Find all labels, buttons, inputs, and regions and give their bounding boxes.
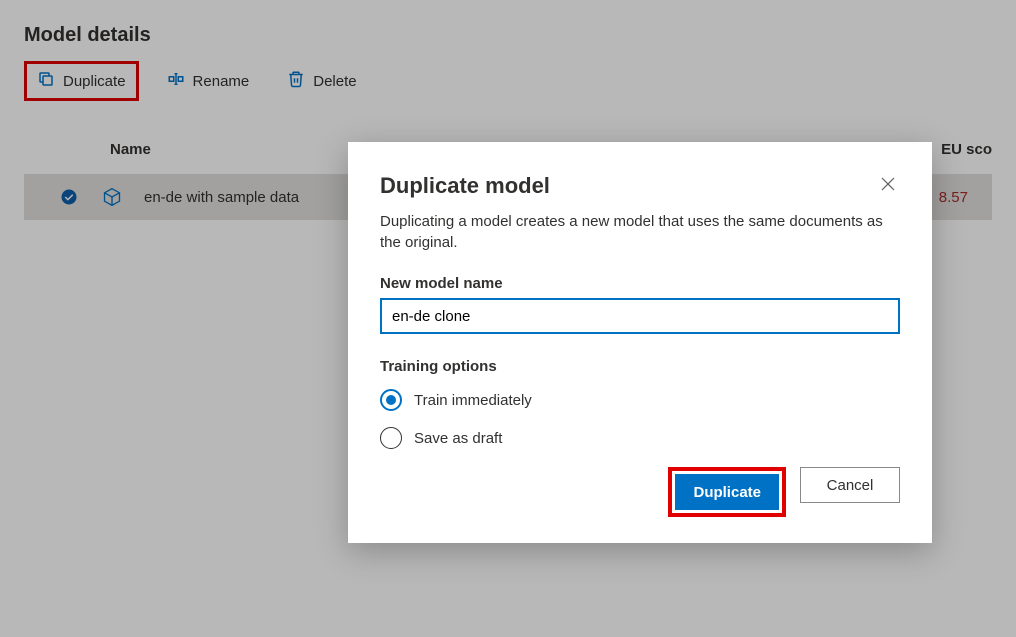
radio-label: Train immediately bbox=[414, 392, 532, 409]
cancel-button[interactable]: Cancel bbox=[800, 467, 900, 503]
duplicate-model-dialog: Duplicate model Duplicating a model crea… bbox=[348, 142, 932, 543]
radio-unchecked-icon bbox=[380, 427, 402, 449]
duplicate-confirm-button[interactable]: Duplicate bbox=[675, 474, 779, 510]
radio-train-immediately[interactable]: Train immediately bbox=[380, 389, 900, 411]
radio-checked-icon bbox=[380, 389, 402, 411]
close-icon bbox=[880, 180, 896, 195]
new-model-name-input[interactable] bbox=[380, 298, 900, 334]
dialog-description: Duplicating a model creates a new model … bbox=[380, 211, 900, 253]
new-model-name-label: New model name bbox=[380, 275, 900, 292]
dialog-close-button[interactable] bbox=[876, 172, 900, 199]
primary-button-highlight: Duplicate bbox=[668, 467, 786, 517]
dialog-title: Duplicate model bbox=[380, 173, 550, 199]
radio-label: Save as draft bbox=[414, 430, 502, 447]
training-options-label: Training options bbox=[380, 358, 900, 375]
radio-save-as-draft[interactable]: Save as draft bbox=[380, 427, 900, 449]
